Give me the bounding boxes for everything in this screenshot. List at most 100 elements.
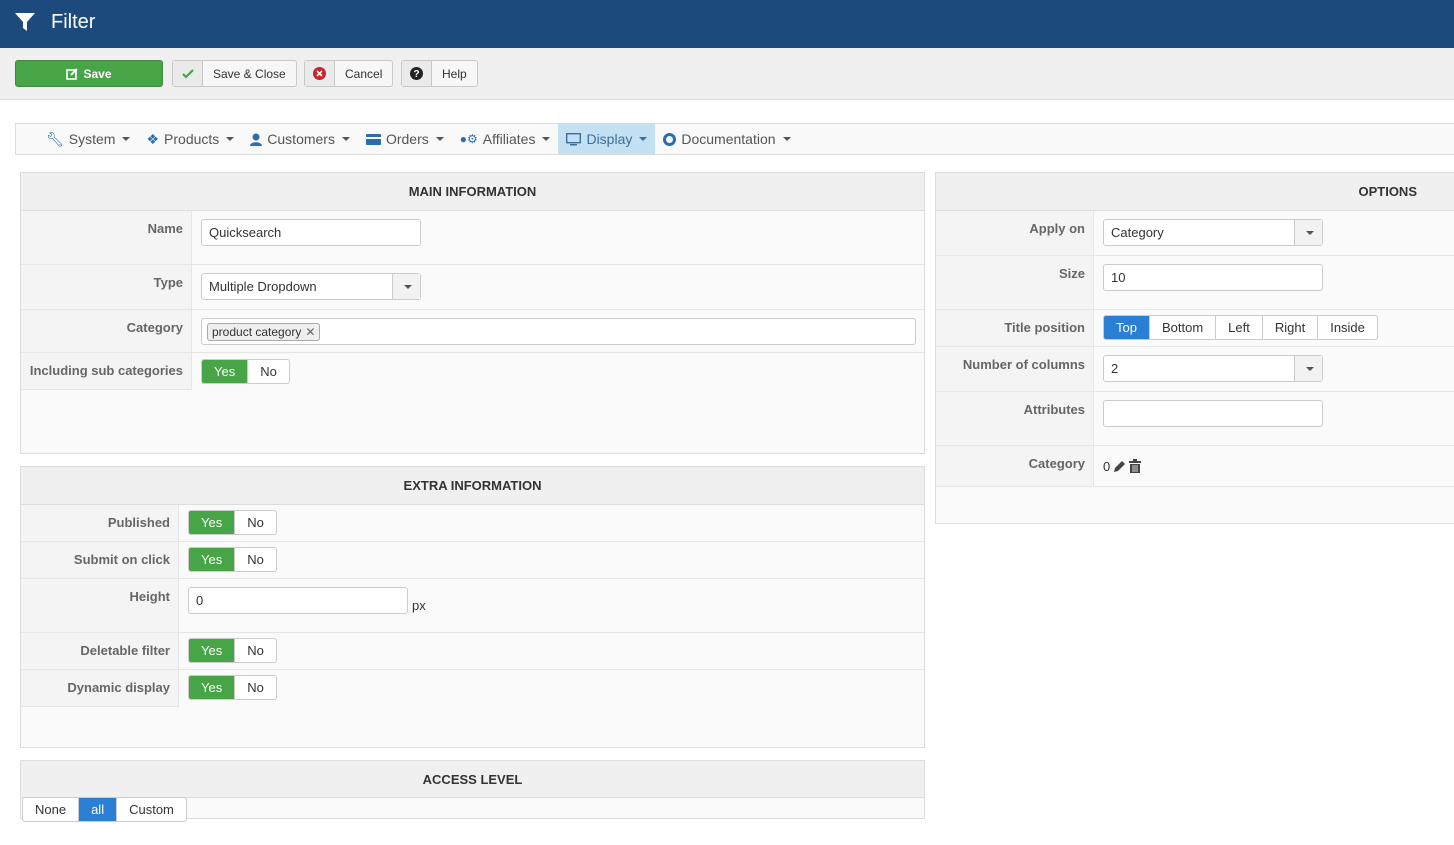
field-label: Published <box>21 505 179 541</box>
cubes-icon: ❖ <box>146 130 160 147</box>
options-category-row: Category 0 <box>936 446 1454 487</box>
menu-system[interactable]: 🔧︎ System <box>38 124 138 154</box>
user-icon <box>250 133 263 146</box>
access-none[interactable]: None <box>23 798 78 821</box>
field-label: Name <box>21 211 192 264</box>
columns-row: Number of columns 2 <box>936 347 1454 392</box>
position-left[interactable]: Left <box>1215 316 1262 339</box>
menu-affiliates[interactable]: ●⚙ Affiliates <box>452 124 559 154</box>
category-count: 0 <box>1103 458 1111 474</box>
help-button[interactable]: ? Help <box>401 60 478 87</box>
remove-icon[interactable]: ✕ <box>305 325 315 339</box>
save-button[interactable]: Save <box>15 60 163 87</box>
page-title: Filter <box>51 11 96 33</box>
access-level-panel: ACCESS LEVEL None all Custom <box>20 760 925 822</box>
dynamic-toggle[interactable]: Yes No <box>188 675 277 700</box>
question-icon: ? <box>402 61 432 86</box>
field-label: Type <box>21 265 192 309</box>
credit-card-icon <box>365 133 381 145</box>
attributes-row: Attributes <box>936 392 1454 446</box>
field-label: Apply on <box>936 211 1094 255</box>
submit-row: Submit on click Yes No <box>21 542 924 579</box>
subcategories-toggle[interactable]: Yes No <box>201 359 290 384</box>
cancel-button[interactable]: Cancel <box>304 60 394 87</box>
yes-option[interactable]: Yes <box>189 548 235 571</box>
size-row: Size 10 <box>936 256 1454 310</box>
field-label: Dynamic display <box>21 670 179 707</box>
type-row: Type Multiple Dropdown <box>21 265 924 310</box>
position-bottom[interactable]: Bottom <box>1148 316 1215 339</box>
no-option[interactable]: No <box>234 548 276 571</box>
height-row: Height 0 px <box>21 579 924 633</box>
apply-on-row: Apply on Category <box>936 211 1454 256</box>
category-multiselect[interactable]: product category ✕ <box>201 318 916 345</box>
field-label: Number of columns <box>936 347 1094 391</box>
access-level-toggle[interactable]: None all Custom <box>22 797 187 822</box>
field-label: Including sub categories <box>21 353 192 390</box>
no-option[interactable]: No <box>247 360 289 383</box>
main-information-panel: MAIN INFORMATION Name Quicksearch Type M… <box>20 172 925 454</box>
field-label: Attributes <box>936 392 1094 445</box>
pencil-icon[interactable] <box>1113 460 1126 473</box>
life-ring-icon <box>663 132 677 146</box>
field-label: Submit on click <box>21 542 179 578</box>
published-row: Published Yes No <box>21 505 924 542</box>
field-label: Category <box>936 446 1094 486</box>
no-option[interactable]: No <box>234 639 276 662</box>
menu-display[interactable]: Display <box>558 124 656 154</box>
yes-option[interactable]: Yes <box>189 676 235 699</box>
subcategories-row: Including sub categories Yes No <box>21 353 924 390</box>
edit-icon <box>66 67 79 80</box>
wrench-icon: 🔧︎ <box>46 130 64 147</box>
options-panel: OPTIONS Apply on Category Size 10 Title … <box>935 172 1454 524</box>
position-top[interactable]: Top <box>1104 316 1149 339</box>
panel-title: EXTRA INFORMATION <box>21 467 924 505</box>
height-input[interactable]: 0 <box>188 587 408 614</box>
save-close-button[interactable]: Save & Close <box>172 60 297 87</box>
menu-orders[interactable]: Orders <box>358 124 452 154</box>
filter-icon <box>15 13 35 31</box>
monitor-icon <box>566 132 582 145</box>
position-right[interactable]: Right <box>1261 316 1317 339</box>
access-all[interactable]: all <box>78 798 117 821</box>
field-label: Category <box>21 310 192 352</box>
attributes-input[interactable] <box>1103 400 1323 427</box>
name-input[interactable]: Quicksearch <box>201 219 421 246</box>
submit-toggle[interactable]: Yes No <box>188 547 277 572</box>
published-toggle[interactable]: Yes No <box>188 510 277 535</box>
toolbar: Save Save & Close Cancel ? Help <box>0 48 1454 100</box>
size-input[interactable]: 10 <box>1103 264 1323 291</box>
menu-products[interactable]: ❖ Products <box>138 124 242 154</box>
chevron-down-icon <box>392 274 420 299</box>
users-cog-icon: ●⚙ <box>459 132 478 146</box>
panel-title: OPTIONS <box>936 173 1454 211</box>
extra-information-panel: EXTRA INFORMATION Published Yes No Submit… <box>20 466 925 748</box>
position-inside[interactable]: Inside <box>1317 316 1377 339</box>
name-row: Name Quicksearch <box>21 211 924 265</box>
no-option[interactable]: No <box>234 676 276 699</box>
menu-customers[interactable]: Customers <box>242 124 358 154</box>
yes-option[interactable]: Yes <box>189 639 235 662</box>
field-label: Size <box>936 256 1094 309</box>
deletable-row: Deletable filter Yes No <box>21 633 924 670</box>
field-label: Height <box>21 579 179 632</box>
type-select[interactable]: Multiple Dropdown <box>201 273 421 300</box>
trash-icon[interactable] <box>1129 459 1142 473</box>
field-label: Title position <box>936 310 1094 346</box>
deletable-toggle[interactable]: Yes No <box>188 638 277 663</box>
cancel-icon <box>305 61 335 86</box>
apply-on-select[interactable]: Category <box>1103 219 1323 246</box>
yes-option[interactable]: Yes <box>202 360 248 383</box>
category-chip: product category ✕ <box>207 322 321 341</box>
title-position-toggle[interactable]: Top Bottom Left Right Inside <box>1103 315 1378 340</box>
header-bar: Filter <box>0 0 1454 48</box>
title-position-row: Title position Top Bottom Left Right Inside <box>936 310 1454 347</box>
panel-title: MAIN INFORMATION <box>21 173 924 211</box>
columns-select[interactable]: 2 <box>1103 355 1323 382</box>
access-custom[interactable]: Custom <box>116 798 186 821</box>
panel-title: ACCESS LEVEL <box>21 761 924 798</box>
category-row: Category product category ✕ <box>21 310 924 353</box>
no-option[interactable]: No <box>234 511 276 534</box>
menu-documentation[interactable]: Documentation <box>655 124 798 154</box>
yes-option[interactable]: Yes <box>189 511 235 534</box>
